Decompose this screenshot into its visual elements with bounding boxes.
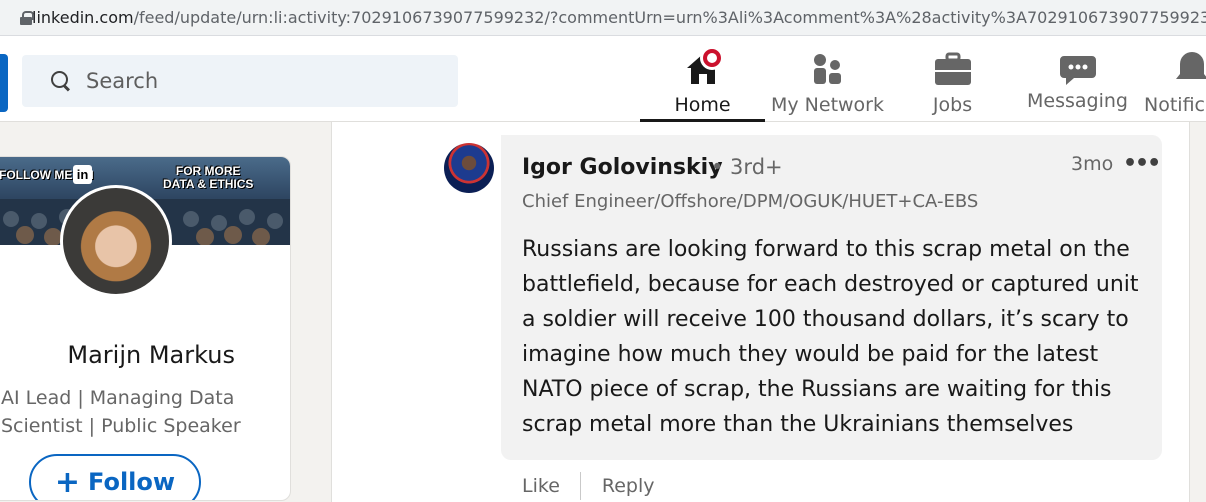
plus-icon: + xyxy=(54,464,81,500)
more-options-icon[interactable]: ••• xyxy=(1123,151,1161,176)
messaging-icon xyxy=(1056,46,1100,90)
nav-jobs-label: Jobs xyxy=(932,94,973,116)
linkedin-in-icon: in xyxy=(73,165,92,184)
commenter-avatar[interactable] xyxy=(444,143,494,193)
nav-home[interactable]: Home xyxy=(640,36,765,122)
nav-messaging-label: Messaging xyxy=(1027,90,1128,112)
profile-headline-line-1: AI Lead | Managing Data xyxy=(1,387,235,409)
profile-card: FOLLOW ME ON in FOR MORE DATA & ETHICS M… xyxy=(0,156,291,501)
profile-headline: AI Lead | Managing Data Scientist | Publ… xyxy=(1,384,281,440)
nav-notifications[interactable]: Notific xyxy=(1140,36,1206,122)
search-input[interactable]: Search xyxy=(22,55,458,107)
banner-right-line-2: DATA & ETHICS xyxy=(163,177,254,191)
profile-headline-line-2: Scientist | Public Speaker xyxy=(1,415,241,437)
actions-divider xyxy=(579,472,581,500)
banner-data-ethics-text: FOR MORE DATA & ETHICS xyxy=(163,165,253,191)
nav-messaging[interactable]: Messaging xyxy=(1015,36,1140,122)
reply-button[interactable]: Reply xyxy=(602,475,655,497)
search-icon xyxy=(50,70,72,92)
nav-jobs[interactable]: Jobs xyxy=(890,36,1015,122)
top-navigation: Search Home My Network Jobs Messaging No… xyxy=(0,36,1206,122)
briefcase-icon xyxy=(931,46,975,90)
like-button[interactable]: Like xyxy=(522,475,560,497)
comment-panel: Igor Golovinskiy • 3rd+ 3mo ••• Chief En… xyxy=(331,122,1190,502)
profile-name[interactable]: Marijn Markus xyxy=(0,341,239,369)
commenter-headline: Chief Engineer/Offshore/DPM/OGUK/HUET+CA… xyxy=(522,191,979,212)
comment-actions: Like Reply xyxy=(522,472,655,500)
commenter-name[interactable]: Igor Golovinskiy xyxy=(522,155,723,180)
bell-icon xyxy=(1170,46,1206,90)
nav-my-network[interactable]: My Network xyxy=(765,36,890,122)
search-placeholder: Search xyxy=(86,69,159,93)
home-icon xyxy=(681,46,725,90)
comment-text: Russians are looking forward to this scr… xyxy=(522,237,1139,437)
url-path: /feed/update/urn:li:activity:70291067390… xyxy=(133,8,1206,27)
comment-timestamp: 3mo xyxy=(1071,153,1114,175)
comment-bubble: Igor Golovinskiy • 3rd+ 3mo ••• Chief En… xyxy=(501,135,1162,460)
nav-notifications-label: Notific xyxy=(1144,94,1205,116)
nav-my-network-label: My Network xyxy=(770,94,884,116)
linkedin-logo[interactable] xyxy=(0,54,8,112)
nav-home-label: Home xyxy=(674,94,731,116)
notification-dot-icon xyxy=(699,46,724,70)
address-bar[interactable]: linkedin.com/feed/update/urn:li:activity… xyxy=(0,0,1206,36)
url-domain: linkedin.com xyxy=(32,8,134,27)
profile-avatar[interactable] xyxy=(60,185,172,297)
follow-button[interactable]: + Follow xyxy=(29,454,201,500)
network-icon xyxy=(806,46,850,90)
connection-degree: • 3rd+ xyxy=(711,155,783,179)
